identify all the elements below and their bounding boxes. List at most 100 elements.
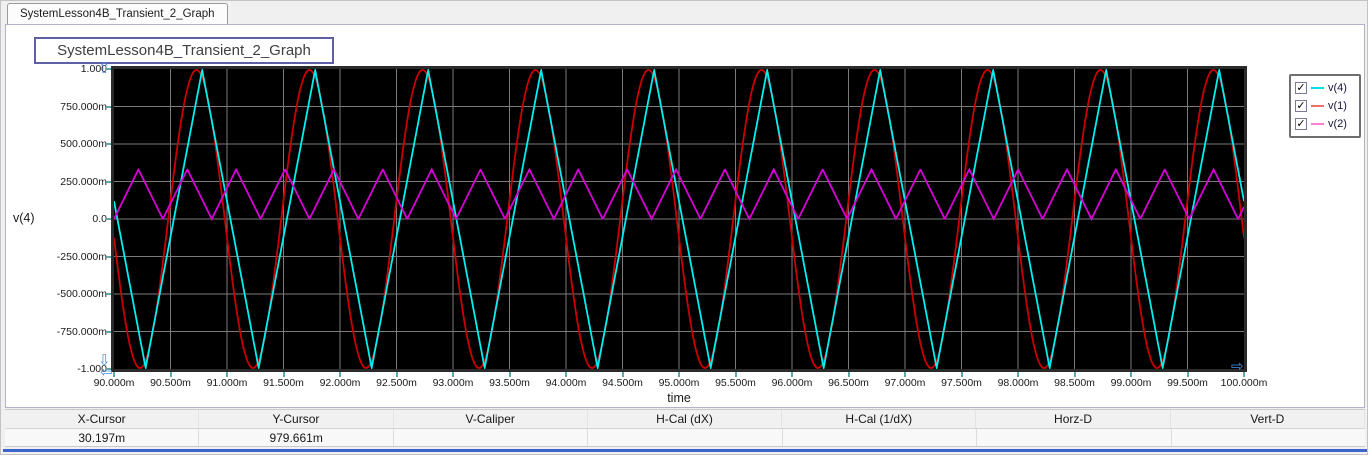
x-tick-mark: [1130, 372, 1132, 377]
x-tick-label: 92.500m: [376, 377, 417, 389]
x-tick-label: 98.500m: [1054, 377, 1095, 389]
x-tick-label: 93.500m: [489, 377, 530, 389]
y-tick-label: -500.000m: [56, 288, 107, 300]
x-tick-mark: [565, 372, 567, 377]
y-tick-mark: [106, 105, 111, 108]
x-tick-mark: [1073, 372, 1076, 377]
cursor-table-header: H-Cal (1/dX): [782, 410, 977, 428]
waveform-chart: [114, 69, 1244, 369]
legend-checkbox-v2[interactable]: ✓: [1295, 118, 1307, 130]
graph-title-box[interactable]: SystemLesson4B_Transient_2_Graph: [34, 37, 334, 64]
cursor-table-value: 979.661m: [199, 429, 394, 446]
x-tick-label: 96.500m: [828, 377, 869, 389]
cursor-table-header: Y-Cursor: [199, 410, 394, 428]
y-tick-label: -250.000m: [56, 250, 107, 263]
x-tick-mark: [734, 372, 737, 377]
x-tick-label: 91.500m: [263, 377, 304, 389]
cursor-table-header: V-Caliper: [394, 410, 588, 428]
y-tick-mark: [106, 293, 111, 295]
x-tick-label: 90.500m: [150, 377, 191, 389]
x-tick-label: 94.500m: [602, 377, 643, 389]
cursor-table-value: [394, 429, 589, 446]
y-tick-label: -750.000m: [56, 325, 107, 338]
x-tick-mark: [339, 372, 341, 377]
x-tick-mark: [678, 372, 680, 377]
x-tick-mark: [791, 372, 793, 377]
y-tick-mark: [106, 330, 111, 333]
legend-checkbox-v1[interactable]: ✓: [1295, 100, 1307, 112]
x-axis-label: time: [667, 391, 691, 405]
cursor-table-value: [1172, 429, 1365, 446]
cursor-table-value: [783, 429, 978, 446]
y-axis-top-arrow-icon[interactable]: ⇧: [98, 61, 111, 76]
x-tick-label: 97.000m: [884, 377, 926, 389]
x-tick-mark: [226, 372, 228, 377]
y-tick-label: 250.000m: [60, 175, 107, 188]
x-tick-label: 95.000m: [658, 377, 700, 389]
tab-graph-label: SystemLesson4B_Transient_2_Graph: [20, 8, 215, 20]
x-tick-mark: [169, 372, 172, 377]
x-tick-mark: [1186, 372, 1189, 377]
y-tick-mark: [106, 180, 111, 183]
legend: ✓ v(4) ✓ v(1) ✓ v(2): [1289, 74, 1361, 138]
y-tick-mark: [106, 143, 111, 145]
x-tick-label: 99.500m: [1167, 377, 1208, 389]
x-tick-mark: [1017, 372, 1019, 377]
cursor-table-value: [977, 429, 1172, 446]
x-tick-mark: [621, 372, 624, 377]
legend-color-dash: [1311, 123, 1324, 125]
x-tick-mark: [452, 372, 454, 377]
cursor-table-value: [588, 429, 783, 446]
x-tick-label: 98.000m: [997, 377, 1039, 389]
x-axis-left-arrow-icon[interactable]: ⇦: [100, 365, 113, 380]
legend-label: v(2): [1328, 118, 1347, 130]
cursor-table-value-row: 30.197m 979.661m: [5, 429, 1365, 447]
x-axis-right-arrow-icon[interactable]: ⇨: [1231, 359, 1244, 374]
cursor-table-header: H-Cal (dX): [588, 410, 783, 428]
legend-color-dash: [1311, 105, 1324, 107]
legend-checkbox-v4[interactable]: ✓: [1295, 82, 1307, 94]
x-tick-label: 90.000m: [93, 377, 135, 389]
y-tick-mark: [106, 218, 111, 220]
x-tick-label: 99.000m: [1110, 377, 1152, 389]
y-tick-label: -1.000: [77, 363, 107, 375]
x-tick-label: 94.000m: [545, 377, 587, 389]
x-tick-label: 92.000m: [319, 377, 361, 389]
x-tick-label: 97.500m: [941, 377, 982, 389]
cursor-table-header: Horz-D: [976, 410, 1171, 428]
legend-item-v4: ✓ v(4): [1295, 79, 1355, 97]
x-tick-mark: [960, 372, 963, 377]
x-tick-mark: [395, 372, 398, 377]
graph-window: { "window": { "tab_title": "SystemLesson…: [0, 0, 1368, 455]
cursor-table-header-row: X-Cursor Y-Cursor V-Caliper H-Cal (dX) H-Cal…: [5, 410, 1365, 429]
y-axis-label: v(4): [13, 211, 35, 225]
x-tick-mark: [282, 372, 285, 377]
y-tick-label: 0.0: [92, 213, 107, 225]
cursor-table-header: X-Cursor: [5, 410, 200, 428]
x-tick-label: 95.500m: [715, 377, 756, 389]
x-tick-mark: [847, 372, 850, 377]
x-tick-label: 93.000m: [432, 377, 474, 389]
x-tick-label: 100.000m: [1220, 377, 1268, 389]
legend-color-dash: [1311, 87, 1324, 89]
x-tick-mark: [508, 372, 511, 377]
x-tick-label: 91.000m: [206, 377, 248, 389]
y-tick-label: 750.000m: [60, 100, 107, 113]
tab-bar: SystemLesson4B_Transient_2_Graph: [1, 1, 1367, 24]
cursor-table-value: 30.197m: [5, 429, 200, 446]
legend-item-v2: ✓ v(2): [1295, 115, 1355, 133]
legend-item-v1: ✓ v(1): [1295, 97, 1355, 115]
y-tick-mark: [106, 255, 111, 258]
legend-label: v(4): [1328, 82, 1347, 94]
y-tick-label: 1.000: [80, 63, 107, 75]
x-tick-mark: [904, 372, 906, 377]
graph-title: SystemLesson4B_Transient_2_Graph: [57, 42, 311, 59]
x-tick-label: 96.000m: [771, 377, 813, 389]
cursor-table: X-Cursor Y-Cursor V-Caliper H-Cal (dX) H-Cal…: [5, 409, 1365, 447]
window-bottom-accent: [3, 449, 1367, 452]
legend-label: v(1): [1328, 100, 1347, 112]
x-tick-mark: [113, 372, 115, 377]
tab-graph[interactable]: SystemLesson4B_Transient_2_Graph: [7, 3, 228, 24]
cursor-table-header: Vert-D: [1171, 410, 1365, 428]
y-tick-label: 500.000m: [60, 138, 107, 150]
